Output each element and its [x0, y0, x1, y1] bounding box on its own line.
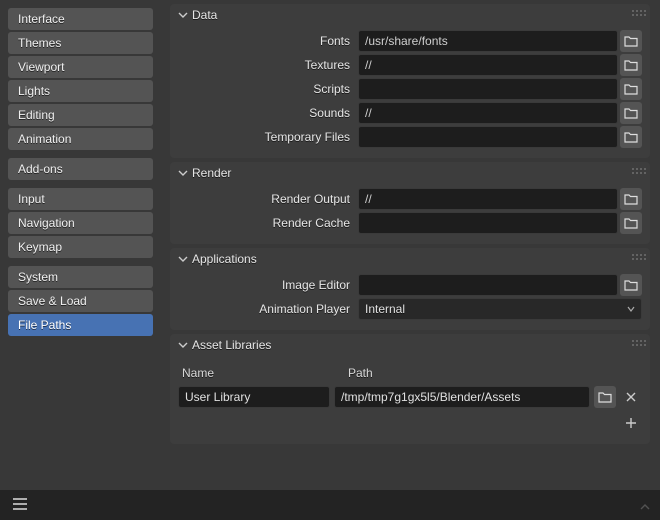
- browse-fonts-button[interactable]: [620, 30, 642, 52]
- preferences-sidebar: Interface Themes Viewport Lights Editing…: [8, 8, 153, 336]
- dropdown-animation-player[interactable]: Internal: [358, 298, 642, 320]
- sidebar-item-keymap[interactable]: Keymap: [8, 236, 153, 258]
- chevron-down-icon: [176, 338, 190, 352]
- column-header-name: Name: [182, 366, 334, 380]
- folder-icon: [598, 391, 612, 403]
- folder-icon: [624, 279, 638, 291]
- sidebar-item-addons[interactable]: Add-ons: [8, 158, 153, 180]
- asset-library-row: [178, 386, 642, 408]
- panel-render-title: Render: [192, 166, 231, 180]
- sidebar-item-save-load[interactable]: Save & Load: [8, 290, 153, 312]
- sidebar-item-lights[interactable]: Lights: [8, 80, 153, 102]
- input-image-editor[interactable]: [358, 274, 618, 296]
- panel-applications-header[interactable]: Applications: [170, 248, 650, 270]
- panel-asset-libraries-header[interactable]: Asset Libraries: [170, 334, 650, 356]
- panel-asset-libraries-title: Asset Libraries: [192, 338, 271, 352]
- browse-image-editor-button[interactable]: [620, 274, 642, 296]
- asset-library-name-input[interactable]: [178, 386, 330, 408]
- sidebar-item-themes[interactable]: Themes: [8, 32, 153, 54]
- chevron-up-icon: [638, 500, 652, 514]
- sidebar-item-input[interactable]: Input: [8, 188, 153, 210]
- panel-applications: Applications Image Editor Animation Play…: [170, 248, 650, 330]
- input-scripts[interactable]: [358, 78, 618, 100]
- chevron-down-icon: [176, 8, 190, 22]
- sidebar-item-file-paths[interactable]: File Paths: [8, 314, 153, 336]
- label-animation-player: Animation Player: [178, 302, 356, 316]
- browse-scripts-button[interactable]: [620, 78, 642, 100]
- bottom-bar: [0, 490, 660, 520]
- sidebar-item-editing[interactable]: Editing: [8, 104, 153, 126]
- folder-icon: [624, 35, 638, 47]
- asset-library-path-input[interactable]: [334, 386, 590, 408]
- drag-handle-icon[interactable]: [632, 254, 646, 264]
- asset-library-remove-button[interactable]: [620, 386, 642, 408]
- label-temp-files: Temporary Files: [178, 130, 356, 144]
- column-header-path: Path: [348, 366, 373, 380]
- label-fonts: Fonts: [178, 34, 356, 48]
- chevron-down-icon: [627, 302, 635, 316]
- input-render-cache[interactable]: [358, 212, 618, 234]
- drag-handle-icon[interactable]: [632, 10, 646, 20]
- plus-icon: [625, 417, 637, 429]
- folder-icon: [624, 217, 638, 229]
- sidebar-item-viewport[interactable]: Viewport: [8, 56, 153, 78]
- folder-icon: [624, 131, 638, 143]
- label-sounds: Sounds: [178, 106, 356, 120]
- hamburger-icon: [12, 497, 28, 511]
- chevron-down-icon: [176, 252, 190, 266]
- input-textures[interactable]: [358, 54, 618, 76]
- input-sounds[interactable]: [358, 102, 618, 124]
- asset-library-browse-button[interactable]: [594, 386, 616, 408]
- panel-applications-title: Applications: [192, 252, 257, 266]
- sidebar-item-interface[interactable]: Interface: [8, 8, 153, 30]
- input-render-output[interactable]: [358, 188, 618, 210]
- input-fonts[interactable]: [358, 30, 618, 52]
- chevron-down-icon: [176, 166, 190, 180]
- label-render-cache: Render Cache: [178, 216, 356, 230]
- restore-button[interactable]: [636, 498, 654, 516]
- dropdown-animation-player-value: Internal: [365, 302, 405, 316]
- preferences-menu-button[interactable]: [8, 493, 32, 518]
- asset-library-add-button[interactable]: [620, 412, 642, 434]
- label-render-output: Render Output: [178, 192, 356, 206]
- label-image-editor: Image Editor: [178, 278, 356, 292]
- folder-icon: [624, 59, 638, 71]
- preferences-main: Data Fonts Textures Scripts: [170, 4, 650, 444]
- panel-render: Render Render Output Render Cache: [170, 162, 650, 244]
- label-scripts: Scripts: [178, 82, 356, 96]
- browse-temp-button[interactable]: [620, 126, 642, 148]
- sidebar-item-animation[interactable]: Animation: [8, 128, 153, 150]
- sidebar-item-navigation[interactable]: Navigation: [8, 212, 153, 234]
- folder-icon: [624, 193, 638, 205]
- panel-data: Data Fonts Textures Scripts: [170, 4, 650, 158]
- panel-data-header[interactable]: Data: [170, 4, 650, 26]
- label-textures: Textures: [178, 58, 356, 72]
- browse-render-output-button[interactable]: [620, 188, 642, 210]
- sidebar-item-system[interactable]: System: [8, 266, 153, 288]
- browse-sounds-button[interactable]: [620, 102, 642, 124]
- drag-handle-icon[interactable]: [632, 168, 646, 178]
- browse-textures-button[interactable]: [620, 54, 642, 76]
- panel-render-header[interactable]: Render: [170, 162, 650, 184]
- panel-data-title: Data: [192, 8, 217, 22]
- folder-icon: [624, 107, 638, 119]
- input-temp-files[interactable]: [358, 126, 618, 148]
- browse-render-cache-button[interactable]: [620, 212, 642, 234]
- drag-handle-icon[interactable]: [632, 340, 646, 350]
- folder-icon: [624, 83, 638, 95]
- panel-asset-libraries: Asset Libraries Name Path: [170, 334, 650, 444]
- close-icon: [625, 391, 637, 403]
